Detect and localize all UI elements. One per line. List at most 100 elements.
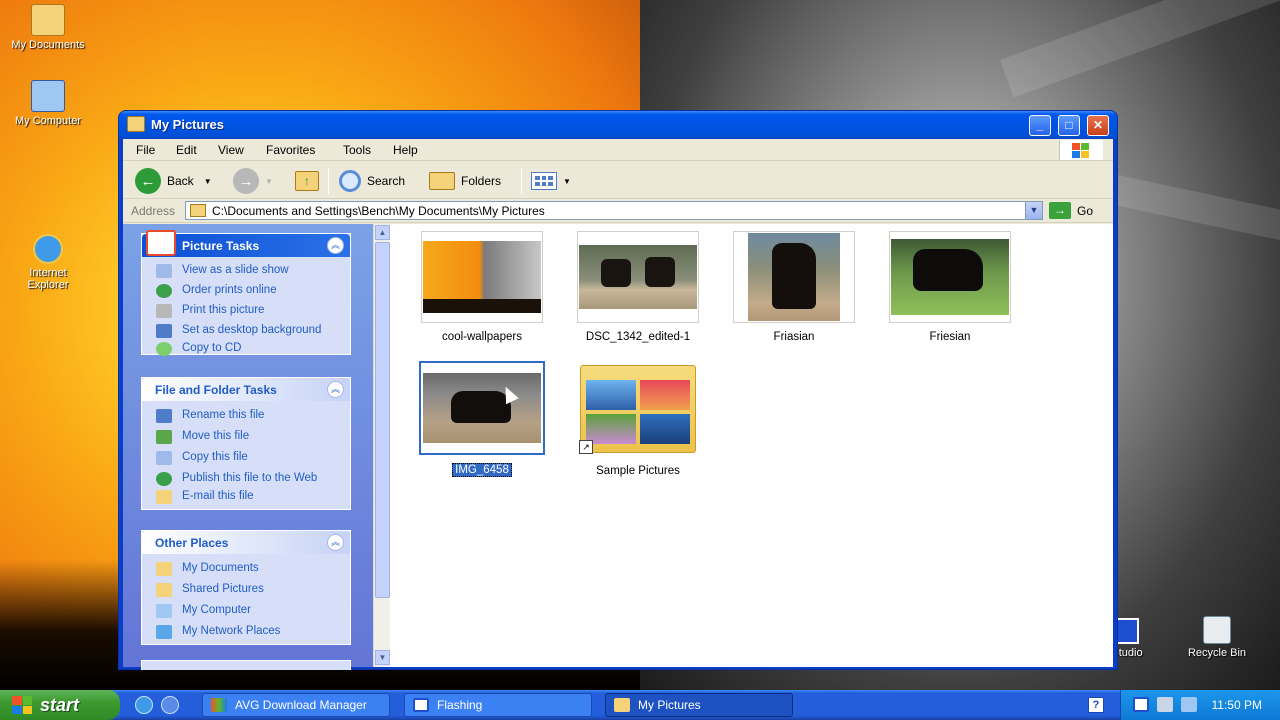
task-email-file[interactable]: E-mail this file xyxy=(156,490,340,504)
collapse-icon[interactable]: ︽ xyxy=(327,237,344,254)
studio-icon xyxy=(1115,618,1139,644)
window-body: File Edit View Favorites Tools Help ← Ba… xyxy=(123,139,1113,670)
desktop-background-icon xyxy=(156,324,172,338)
details-panel xyxy=(141,660,351,670)
clock[interactable]: 11:50 PM xyxy=(1212,698,1262,712)
place-my-network-places[interactable]: My Network Places xyxy=(156,625,340,639)
forward-arrow-icon: → xyxy=(233,168,259,194)
folder-icon xyxy=(190,204,206,217)
menu-favorites[interactable]: Favorites xyxy=(266,143,315,157)
back-button[interactable]: ← Back ▼ xyxy=(135,168,212,194)
file-folder-tasks-header[interactable]: File and Folder Tasks ︽ xyxy=(142,378,350,401)
task-my-pictures[interactable]: My Pictures xyxy=(605,693,793,717)
task-pane: Picture Tasks ︽ View as a slide show Ord… xyxy=(123,224,373,670)
search-icon xyxy=(339,170,361,192)
maximize-button[interactable]: □ xyxy=(1058,115,1080,136)
task-copy-file[interactable]: Copy this file xyxy=(156,451,340,465)
place-shared-pictures[interactable]: Shared Pictures xyxy=(156,583,340,597)
windows-logo-icon xyxy=(1059,140,1103,160)
my-documents-icon xyxy=(31,4,65,36)
task-rename-file[interactable]: Rename this file xyxy=(156,409,340,423)
windows-flag-icon xyxy=(12,696,32,714)
back-arrow-icon: ← xyxy=(135,168,161,194)
task-copy-to-cd[interactable]: Copy to CD xyxy=(156,342,340,356)
other-places-header[interactable]: Other Places ︽ xyxy=(142,531,350,554)
file-view: cool-wallpapers DSC_1342_edited-1 Friasi… xyxy=(390,224,1113,667)
picture-tasks-header[interactable]: Picture Tasks ︽ xyxy=(142,230,350,257)
file-folder-tasks-panel: File and Folder Tasks ︽ Rename this file… xyxy=(141,377,351,510)
start-button[interactable]: start xyxy=(0,690,120,720)
address-bar: Address C:\Documents and Settings\Bench\… xyxy=(123,199,1113,223)
folders-button[interactable]: Folders xyxy=(429,169,501,193)
close-button[interactable]: ✕ xyxy=(1087,115,1109,136)
task-avg-download-manager[interactable]: AVG Download Manager xyxy=(202,693,390,717)
minimize-button[interactable]: _ xyxy=(1029,115,1051,136)
menu-view[interactable]: View xyxy=(218,143,244,157)
chevron-down-icon: ▼ xyxy=(265,176,273,186)
scroll-down-icon[interactable]: ▼ xyxy=(375,650,390,665)
file-friesian[interactable]: Friesian xyxy=(880,231,1020,343)
chevron-down-icon: ▼ xyxy=(563,176,571,186)
file-friasian[interactable]: Friasian xyxy=(724,231,864,343)
volume-icon[interactable] xyxy=(1157,697,1173,712)
cd-icon xyxy=(156,342,172,356)
task-pane-scrollbar[interactable]: ▲ ▼ xyxy=(373,224,390,667)
folder-sample-pictures[interactable]: ↗ Sample Pictures xyxy=(568,361,708,477)
chevron-down-icon[interactable]: ▼ xyxy=(1025,202,1042,219)
scroll-thumb[interactable] xyxy=(375,242,390,598)
network-icon xyxy=(156,625,172,639)
file-cool-wallpapers[interactable]: cool-wallpapers xyxy=(412,231,552,343)
place-my-documents[interactable]: My Documents xyxy=(156,562,340,576)
task-publish-web[interactable]: Publish this file to the Web xyxy=(156,472,340,486)
go-button[interactable]: → Go xyxy=(1049,202,1093,219)
menu-file[interactable]: File xyxy=(136,143,155,157)
desktop: My Documents My Computer Internet Explor… xyxy=(0,0,1280,720)
task-move-file[interactable]: Move this file xyxy=(156,430,340,444)
collapse-icon[interactable]: ︽ xyxy=(327,534,344,551)
desktop-icon-my-documents[interactable]: My Documents xyxy=(3,4,93,51)
recycle-bin-icon xyxy=(1203,616,1231,644)
collapse-icon[interactable]: ︽ xyxy=(327,381,344,398)
globe-icon xyxy=(156,284,172,298)
desktop-icon-my-computer[interactable]: My Computer xyxy=(3,80,93,127)
printer-icon xyxy=(156,304,172,318)
scroll-up-icon[interactable]: ▲ xyxy=(375,225,390,240)
file-img-6458[interactable]: IMG_6458 xyxy=(412,361,552,477)
other-places-panel: Other Places ︽ My Documents Shared Pictu… xyxy=(141,530,351,645)
media-player-icon[interactable] xyxy=(161,696,179,714)
title-bar[interactable]: My Pictures _ □ ✕ xyxy=(119,111,1117,139)
my-computer-icon xyxy=(31,80,65,112)
desktop-icon-recycle-bin[interactable]: Recycle Bin xyxy=(1172,616,1262,659)
address-input[interactable]: C:\Documents and Settings\Bench\My Docum… xyxy=(185,201,1043,220)
folder-icon xyxy=(127,116,145,132)
address-label: Address xyxy=(131,204,176,218)
file-dsc-1342[interactable]: DSC_1342_edited-1 xyxy=(568,231,708,343)
desktop-icon-internet-explorer[interactable]: Internet Explorer xyxy=(3,234,93,291)
search-button[interactable]: Search xyxy=(339,169,405,193)
menu-tools[interactable]: Tools xyxy=(343,143,371,157)
forward-button[interactable]: → ▼ xyxy=(233,168,273,194)
task-order-prints[interactable]: Order prints online xyxy=(156,284,340,298)
menu-edit[interactable]: Edit xyxy=(176,143,197,157)
internet-explorer-icon[interactable] xyxy=(135,696,153,714)
task-set-desktop-background[interactable]: Set as desktop background xyxy=(156,324,340,338)
toolbar: ← Back ▼ → ▼ ↑ Search Folders ▼ xyxy=(123,162,1113,199)
task-flashing[interactable]: Flashing xyxy=(404,693,592,717)
thumbnail-image xyxy=(579,245,697,309)
studio-tray-icon[interactable] xyxy=(1133,697,1149,712)
shortcut-arrow-icon: ↗ xyxy=(579,440,593,454)
my-documents-icon xyxy=(156,562,172,576)
flash-app-icon xyxy=(413,698,429,712)
task-print-picture[interactable]: Print this picture xyxy=(156,304,340,318)
place-my-computer[interactable]: My Computer xyxy=(156,604,340,618)
network-tray-icon[interactable] xyxy=(1181,697,1197,712)
thumbnail-image xyxy=(891,239,1009,315)
up-folder-button[interactable]: ↑ xyxy=(295,169,319,193)
views-button[interactable]: ▼ xyxy=(531,169,571,193)
go-arrow-icon: → xyxy=(1049,202,1071,219)
folder-icon xyxy=(614,698,630,712)
menu-help[interactable]: Help xyxy=(393,143,418,157)
task-view-slideshow[interactable]: View as a slide show xyxy=(156,264,340,278)
globe-icon xyxy=(156,472,172,486)
help-icon[interactable]: ? xyxy=(1088,697,1104,713)
